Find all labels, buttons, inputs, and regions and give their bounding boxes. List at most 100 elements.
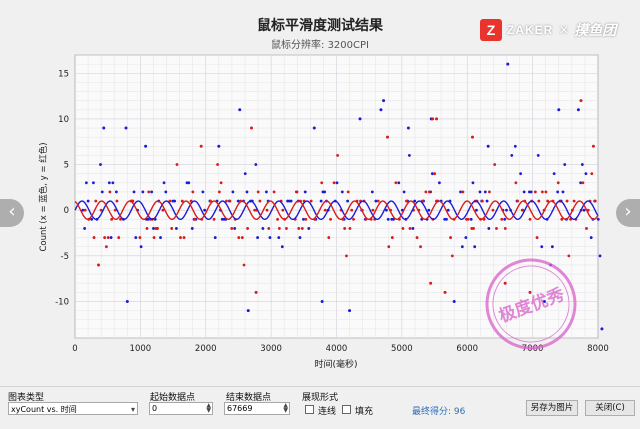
series-y-point [175, 163, 179, 166]
series-y-point [104, 245, 108, 249]
x-tick-label: 4000 [326, 344, 348, 354]
series-x-point [402, 190, 406, 194]
x-tick-label: 1000 [130, 344, 152, 354]
series-x-point [596, 217, 600, 221]
grid-lines [74, 54, 599, 339]
series-y-point-outlier [470, 135, 474, 139]
series-x-point [109, 236, 113, 239]
series-x-point [556, 190, 560, 194]
series-x-point [584, 172, 588, 176]
series-x-point-outlier [557, 108, 561, 112]
series-x-point [114, 190, 118, 194]
series-y-point [491, 208, 495, 212]
series-x-point [469, 217, 473, 221]
control-panel: 图表类型 xyCount vs. 时间 ▾ 起始数据点 0 ▲ ▼ 结束数据点 6… [0, 386, 640, 429]
series-y-point-outlier [579, 99, 583, 103]
display-mode-label: 展现形式 [302, 393, 339, 403]
save-image-button[interactable]: 另存为图片 [526, 400, 578, 416]
series-x-point [536, 154, 540, 157]
series-x-point [475, 208, 478, 212]
series-x-point [84, 181, 88, 185]
series-x-point [231, 190, 235, 194]
series-y-point [327, 236, 331, 239]
chart-type-select[interactable]: xyCount vs. 时间 ▾ [8, 402, 138, 415]
series-x-point [397, 181, 401, 185]
series-y-point [277, 227, 281, 230]
series-y-point [300, 227, 304, 230]
series-y-point [516, 199, 520, 203]
series-y-point [267, 227, 271, 230]
end-point-input[interactable]: 67669 ▲ ▼ [224, 402, 290, 415]
series-x-point-outlier [102, 126, 106, 130]
series-y-point [565, 199, 569, 203]
series-y-point [191, 190, 195, 194]
series-y-point [228, 199, 232, 203]
series-y-point [217, 190, 221, 194]
series-y-point [350, 208, 354, 212]
series-y-point [348, 227, 352, 230]
series-x-point [261, 227, 265, 230]
series-x-point [346, 199, 350, 203]
x-tick-label: 2000 [195, 344, 217, 354]
series-x-point [550, 245, 554, 249]
series-y-point [110, 217, 114, 221]
series-x-point [83, 227, 87, 230]
series-x-point [485, 199, 489, 203]
series-y-point [193, 217, 197, 221]
series-y-point [212, 217, 216, 221]
series-y-point [535, 236, 539, 239]
x-tick-label: 7000 [522, 344, 544, 354]
spin-arrows-icon[interactable]: ▲ ▼ [283, 403, 288, 414]
series-y-point [424, 190, 428, 194]
series-x-point [134, 236, 138, 239]
series-x-point [438, 181, 441, 185]
series-y-point [103, 236, 107, 239]
series-y-point [108, 190, 112, 194]
next-image-button[interactable]: › [616, 199, 640, 227]
x-tick-label: 3000 [260, 344, 282, 354]
series-x-point [233, 227, 237, 230]
zaker-logo-icon: Z [480, 19, 502, 41]
spin-arrows-icon[interactable]: ▲ ▼ [206, 403, 211, 414]
series-y-point [182, 236, 186, 239]
series-y-point [593, 199, 597, 203]
series-y-point-outlier [435, 117, 439, 121]
close-button[interactable]: 关闭(C) [585, 400, 635, 416]
series-y-point-outlier [431, 117, 435, 121]
brand-cross: × [558, 22, 570, 38]
start-point-input[interactable]: 0 ▲ ▼ [149, 402, 213, 415]
series-y-point [345, 254, 348, 258]
series-x-point [522, 190, 526, 194]
series-y-point [304, 217, 308, 221]
line-checkbox[interactable] [305, 405, 314, 414]
series-x-point-outlier [238, 108, 242, 112]
series-x-point [529, 190, 533, 194]
series-x-point-outlier [144, 144, 148, 148]
series-y-point [352, 217, 355, 221]
series-x-point [561, 190, 565, 194]
series-y-point [346, 190, 350, 194]
chart-type-value: xyCount vs. 时间 [11, 405, 77, 414]
series-y-point [433, 172, 437, 176]
series-y-point [585, 227, 588, 230]
series-y-point [219, 181, 223, 185]
fill-checkbox-label: 填充 [355, 407, 374, 417]
series-y-point [572, 199, 576, 203]
chart: 0 1000 2000 3000 4000 5000 6000 7000 8000 15 10 5 0 -… [38, 54, 609, 370]
series-x-point [503, 217, 507, 221]
series-x-point [107, 181, 111, 185]
series-y-point [408, 227, 412, 230]
series-y-point [415, 236, 419, 239]
series-y-point-outlier [254, 290, 258, 294]
series-y-point-outlier [97, 263, 101, 267]
x-tick-label: 6000 [456, 344, 478, 354]
series-x-point [303, 190, 307, 194]
series-x-point [92, 181, 95, 185]
fill-checkbox[interactable] [342, 405, 351, 414]
y-tick-label: 5 [64, 161, 69, 171]
series-y-point [533, 190, 537, 194]
series-y-point-outlier [429, 281, 433, 285]
series-x-point [203, 208, 207, 212]
series-y-point [336, 154, 340, 157]
final-score: 最终得分: 96 [412, 407, 466, 417]
